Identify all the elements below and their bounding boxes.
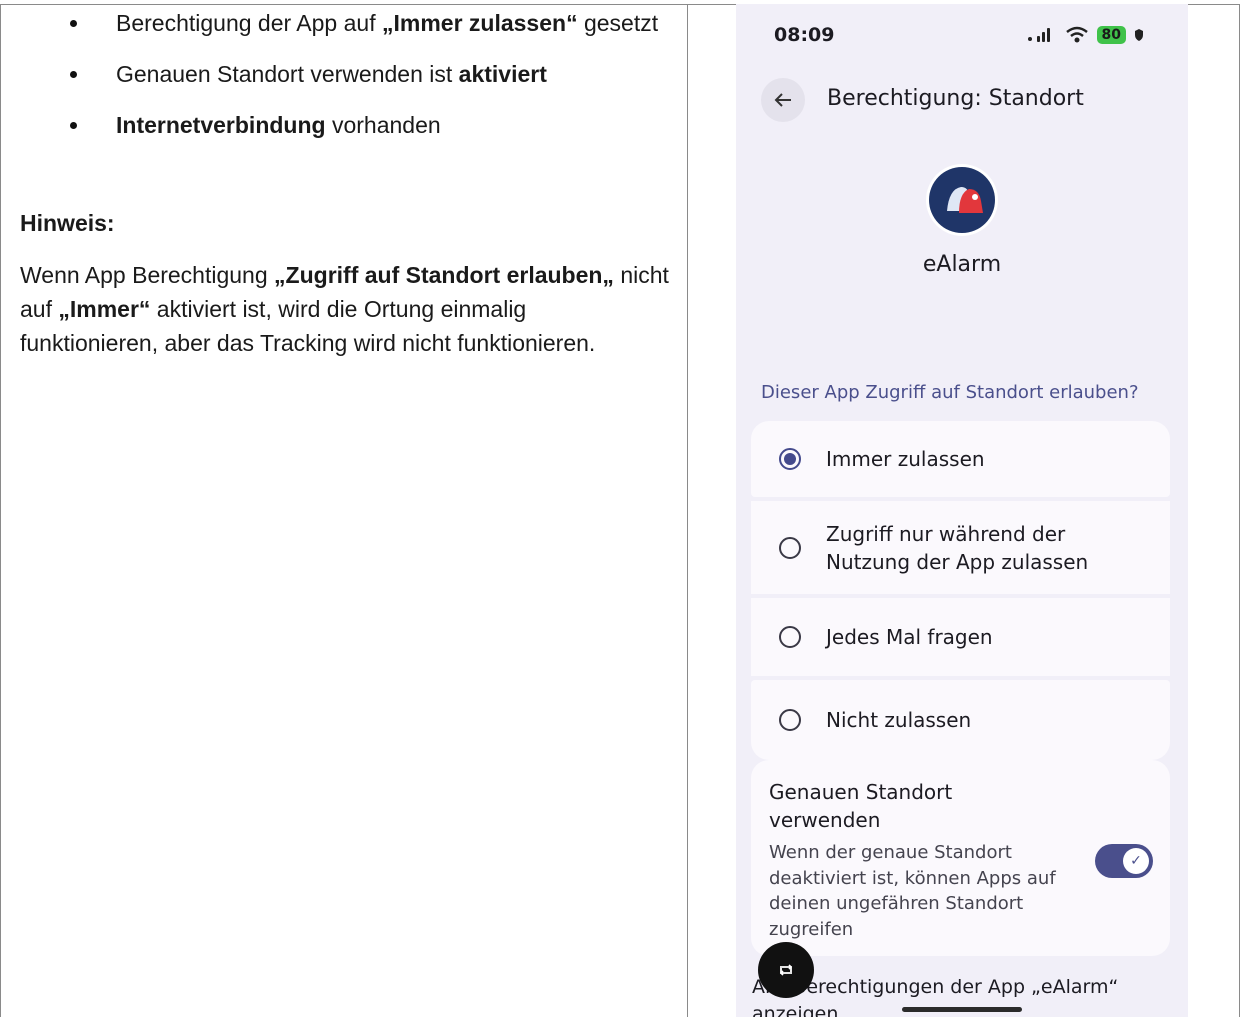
- wifi-icon: [1065, 26, 1088, 43]
- radio-selected-icon[interactable]: [779, 448, 801, 470]
- bold-text: „Zugriff auf Standort erlauben„: [274, 262, 614, 288]
- battery-indicator: 80: [1096, 26, 1126, 44]
- option-label: Nicht zulassen: [826, 708, 972, 732]
- hinweis-heading: Hinweis:: [20, 210, 115, 236]
- hinweis-paragraph: Wenn App Berechtigung „Zugriff auf Stand…: [20, 258, 670, 360]
- text-run: vorhanden: [325, 112, 441, 138]
- table-border-right: [1239, 4, 1240, 1017]
- bold-text: „Immer zulassen“: [381, 10, 578, 36]
- page-title: Berechtigung: Standort: [827, 86, 1084, 111]
- precise-location-toggle[interactable]: ✓: [1095, 844, 1153, 878]
- option-label: Jedes Mal fragen: [826, 625, 993, 649]
- bold-text: Internetverbindung: [116, 112, 326, 138]
- shield-icon: [1135, 29, 1143, 41]
- document-text-column: Berechtigung der App auf „Immer zulassen…: [20, 6, 670, 360]
- app-name: eAlarm: [922, 252, 1002, 277]
- text-run: Wenn App Berechtigung: [20, 262, 275, 288]
- signal-icon: [1027, 28, 1050, 42]
- option-label: Zugriff nur während der Nutzung der App …: [826, 521, 1089, 574]
- table-border-middle: [687, 4, 688, 1017]
- status-time: 08:09: [774, 24, 835, 46]
- check-icon: ✓: [1123, 848, 1149, 874]
- status-bar: 08:09 80: [736, 4, 1188, 68]
- table-border-left: [0, 4, 1, 1017]
- option-deny[interactable]: Nicht zulassen: [751, 680, 1170, 760]
- ealarm-app-icon: [926, 164, 998, 236]
- precise-location-description: Wenn der genaue Standort deaktiviert ist…: [769, 842, 1056, 940]
- bold-text: aktiviert: [458, 61, 547, 87]
- home-indicator: [902, 1007, 1022, 1012]
- option-ask-every-time[interactable]: Jedes Mal fragen: [751, 598, 1170, 676]
- requirements-list: Berechtigung der App auf „Immer zulassen…: [20, 6, 670, 142]
- bullet-text: Genauen Standort verwenden ist aktiviert: [116, 61, 547, 87]
- radio-icon[interactable]: [779, 536, 801, 559]
- app-bar: Berechtigung: Standort: [736, 76, 1188, 126]
- radio-icon[interactable]: [779, 626, 801, 648]
- bullet-item-0: Berechtigung der App auf „Immer zulassen…: [20, 6, 670, 40]
- rotate-icon: [779, 964, 793, 976]
- bold-text: „Immer“: [58, 296, 151, 322]
- option-always[interactable]: Immer zulassen: [751, 421, 1170, 497]
- option-while-using[interactable]: Zugriff nur während der Nutzung der App …: [751, 501, 1170, 594]
- bullet-dot-icon: [70, 71, 77, 78]
- text-run: Berechtigung der App auf: [116, 10, 382, 36]
- phone-screenshot: 08:09 80 Berechtigung: Standort eAlarm D…: [736, 4, 1188, 1017]
- arrow-left-icon: [774, 93, 791, 107]
- back-button[interactable]: [761, 78, 805, 122]
- text-run: gesetzt: [577, 10, 659, 36]
- bullet-dot-icon: [70, 122, 77, 129]
- bullet-dot-icon: [70, 20, 77, 27]
- precise-location-title: Genauen Standort verwenden: [769, 780, 953, 832]
- location-options: Immer zulassen Zugriff nur während der N…: [751, 421, 1170, 764]
- bullet-text: Internetverbindung vorhanden: [116, 112, 441, 138]
- rotate-screen-button[interactable]: [758, 942, 814, 998]
- bullet-text: Berechtigung der App auf „Immer zulassen…: [116, 10, 658, 36]
- bullet-item-1: Genauen Standort verwenden ist aktiviert: [20, 57, 670, 91]
- bullet-item-2: Internetverbindung vorhanden: [20, 108, 670, 142]
- precise-location-card: Genauen Standort verwenden Wenn der gena…: [751, 760, 1170, 956]
- text-run: Genauen Standort verwenden ist: [116, 61, 459, 87]
- status-icons: 80: [1027, 22, 1144, 48]
- permission-question: Dieser App Zugriff auf Standort erlauben…: [761, 382, 1139, 403]
- option-label: Immer zulassen: [826, 447, 985, 471]
- radio-icon[interactable]: [779, 709, 801, 731]
